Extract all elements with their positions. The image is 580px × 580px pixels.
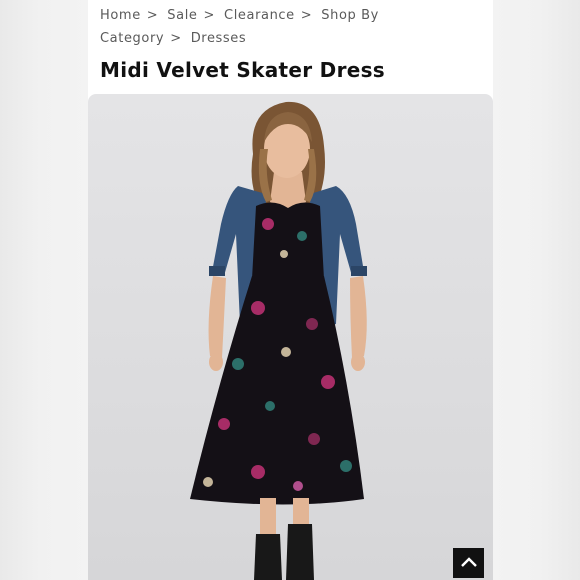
scroll-to-top-button[interactable] bbox=[453, 548, 484, 578]
breadcrumb-separator: > bbox=[300, 8, 313, 23]
breadcrumb: Home > Sale > Clearance > Shop By Category > Dre… bbox=[100, 4, 480, 50]
breadcrumb-home[interactable]: Home bbox=[100, 8, 141, 23]
product-title: Midi Velvet Skater Dress bbox=[100, 58, 386, 82]
breadcrumb-separator: > bbox=[170, 31, 182, 46]
breadcrumb-dresses[interactable]: Dresses bbox=[191, 31, 247, 46]
product-page: Home > Sale > Clearance > Shop By Category > Dre… bbox=[88, 0, 493, 580]
breadcrumb-clearance[interactable]: Clearance bbox=[224, 8, 295, 23]
chevron-up-icon bbox=[460, 554, 477, 572]
product-image[interactable] bbox=[88, 94, 493, 580]
breadcrumb-separator: > bbox=[203, 8, 216, 23]
breadcrumb-separator: > bbox=[146, 8, 159, 23]
breadcrumb-sale[interactable]: Sale bbox=[167, 8, 197, 23]
